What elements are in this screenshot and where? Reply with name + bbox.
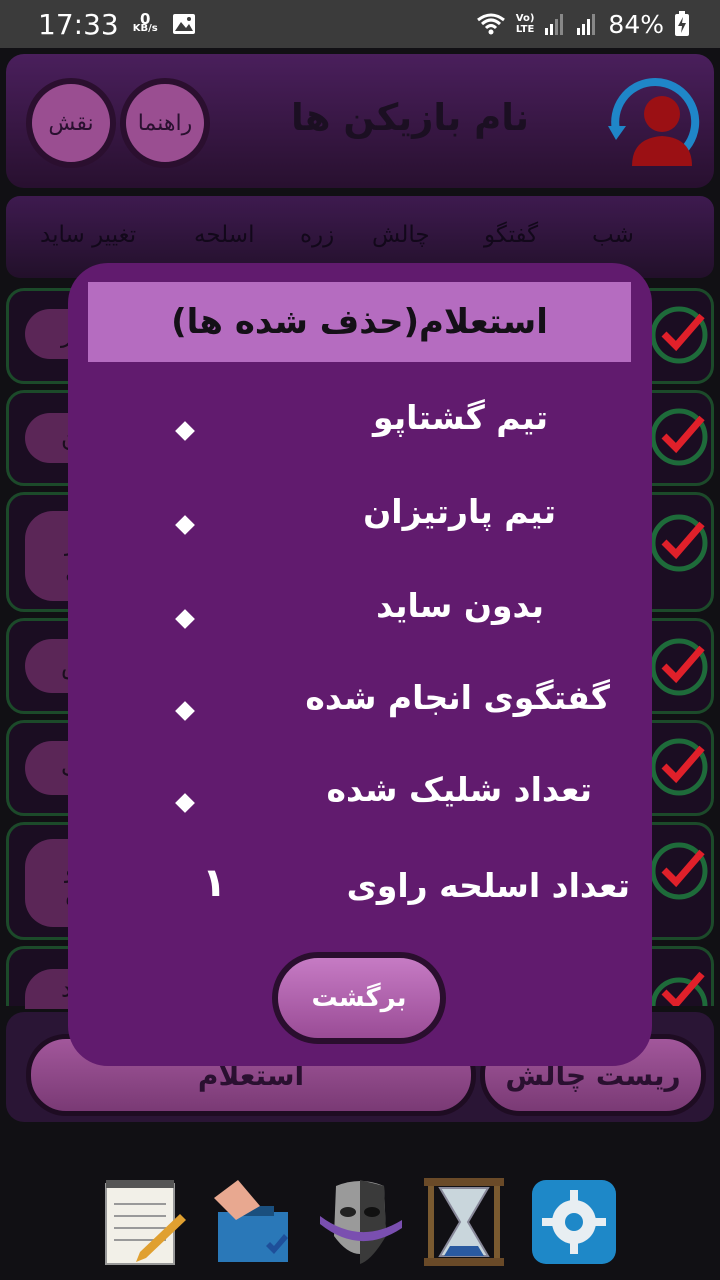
player-avatar[interactable] [606, 70, 702, 178]
dialog-item-label: تیم پارتیزان [363, 492, 556, 531]
status-bar: 17:33 0 KB/s Vo) LTE 84% [0, 0, 720, 48]
dialog-title: استعلام(حذف شده ها) [88, 282, 631, 362]
net-speed-unit: KB/s [132, 23, 158, 34]
dialog-item-narrator-weapons: تعداد اسلحه راوی ۱ [90, 860, 630, 936]
role-button[interactable]: نقش [26, 78, 116, 168]
volte-bottom: LTE [515, 24, 535, 35]
dialog-item-label: تیم گشتاپو [373, 398, 548, 437]
inquiry-dialog [68, 263, 652, 1066]
dialog-item-label: بدون ساید [376, 586, 544, 625]
bullet-icon [175, 793, 195, 813]
volte-top: Vo) [515, 13, 535, 24]
bullet-icon [175, 609, 195, 629]
net-speed: 0 KB/s [132, 12, 158, 34]
hourglass-icon[interactable] [420, 1176, 508, 1268]
mask-icon[interactable] [316, 1176, 404, 1268]
battery-charging-icon [675, 11, 689, 36]
signal-icon-2 [577, 14, 596, 35]
tab-armor[interactable]: زره [300, 222, 334, 248]
dialog-item-label: تعداد اسلحه راوی [346, 866, 630, 905]
dialog-item-value: ۱ [202, 860, 227, 906]
tab-talk[interactable]: گفتگو [484, 222, 538, 248]
check-icon[interactable] [648, 406, 710, 468]
tab-weapon[interactable]: اسلحه [194, 222, 254, 248]
tab-night[interactable]: شب [592, 222, 634, 248]
wifi-icon [476, 13, 505, 35]
dialog-item-gestapo: تیم گشتاپو [90, 398, 630, 468]
volte-indicator: Vo) LTE [516, 13, 535, 35]
page-title: نام بازیکن ها [290, 96, 529, 139]
dialog-item-label: تعداد شلیک شده [326, 770, 592, 809]
dialog-item-shots-fired: تعداد شلیک شده [90, 770, 630, 840]
back-button[interactable]: برگشت [272, 952, 446, 1044]
check-icon[interactable] [648, 304, 710, 366]
bullet-icon [175, 421, 195, 441]
gallery-icon [172, 14, 195, 34]
check-icon[interactable] [648, 736, 710, 798]
bullet-icon [175, 515, 195, 535]
player-refresh-icon [608, 78, 700, 167]
battery-level: 84% [608, 9, 664, 39]
dialog-item-no-side: بدون ساید [90, 586, 630, 656]
settings-gear-icon[interactable] [530, 1176, 618, 1268]
check-icon[interactable] [648, 962, 710, 1006]
tab-change-side[interactable]: تغییر ساید [40, 222, 136, 248]
signal-icon-1 [545, 14, 564, 35]
dialog-item-talks-done: گفتگوی انجام شده [90, 678, 630, 748]
guide-button[interactable]: راهنما [120, 78, 210, 168]
check-icon[interactable] [648, 636, 710, 698]
vote-ballot-icon[interactable] [208, 1176, 296, 1268]
dialog-item-label: گفتگوی انجام شده [305, 678, 610, 717]
check-icon[interactable] [648, 512, 710, 574]
notepad-icon[interactable] [100, 1176, 188, 1268]
dialog-item-partisan: تیم پارتیزان [90, 492, 630, 562]
check-icon[interactable] [648, 840, 710, 902]
tab-challenge[interactable]: چالش [372, 222, 430, 248]
status-time: 17:33 [38, 7, 119, 41]
bullet-icon [175, 701, 195, 721]
